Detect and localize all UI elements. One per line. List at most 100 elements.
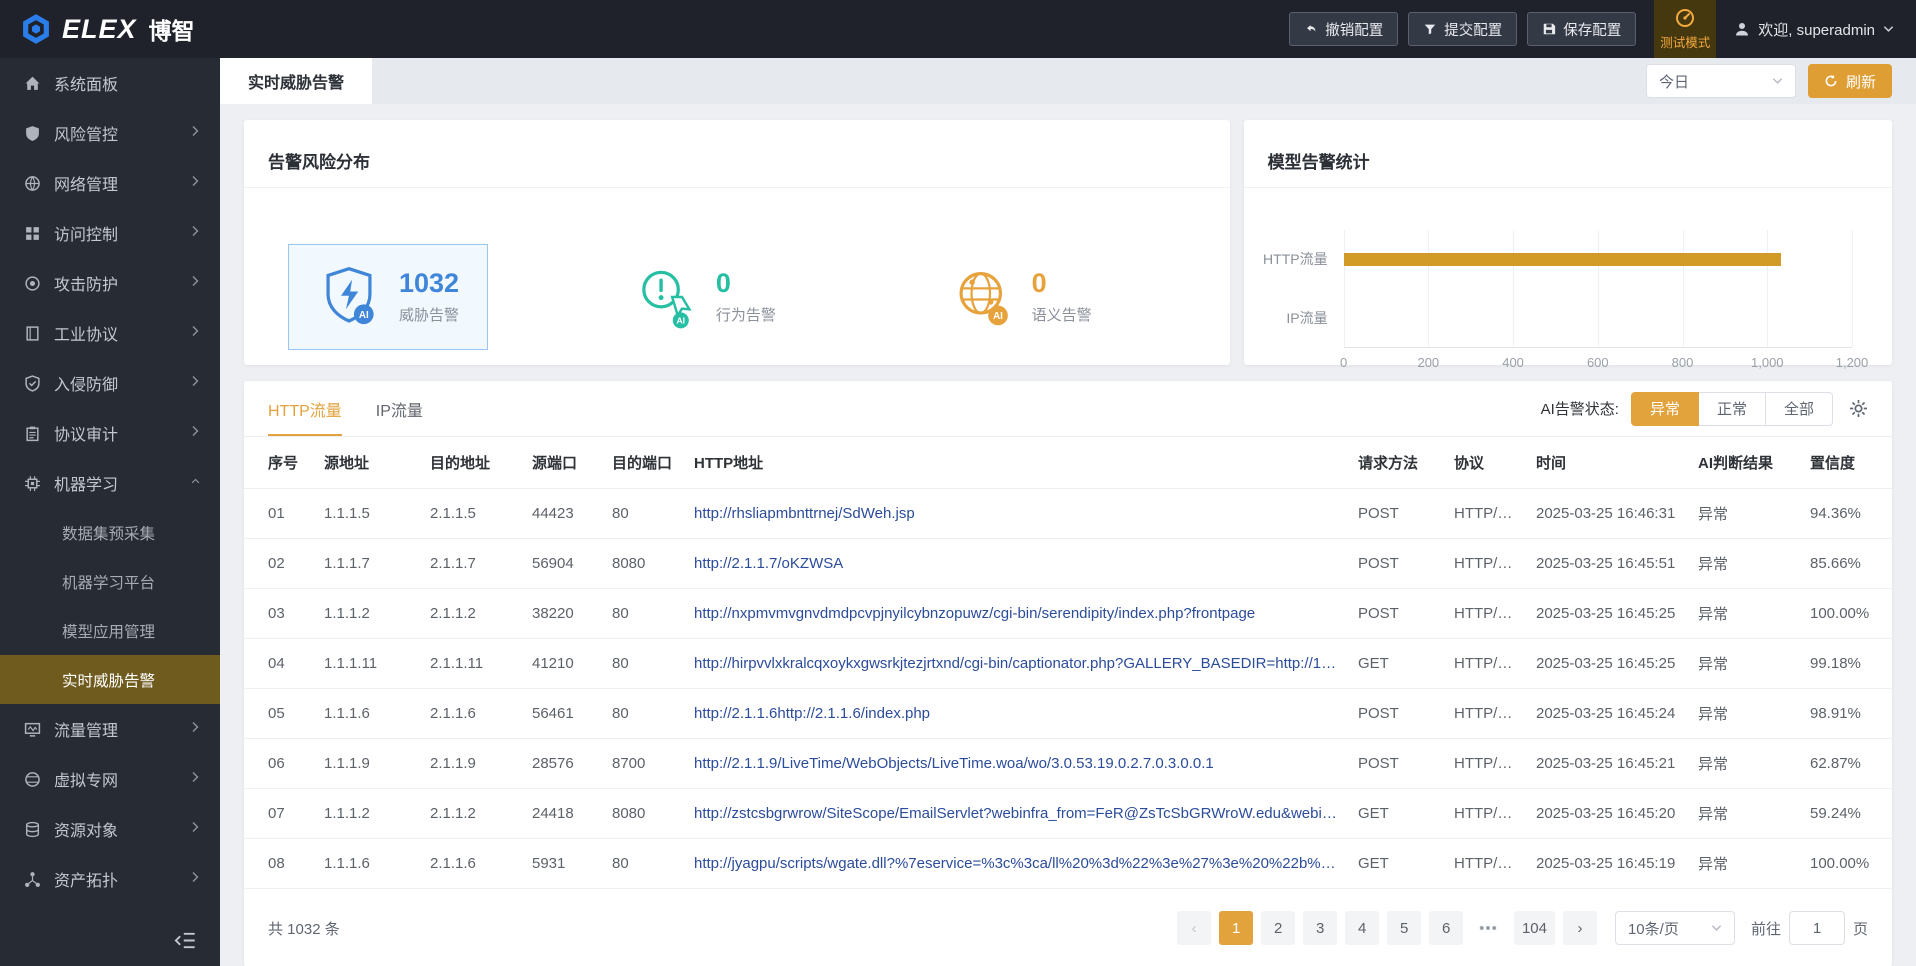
summary-cards-row: 告警风险分布 AI 1032 威胁告警 AI 0 行为告警 AI 0 语义告警 模型告警统计 0… [244,120,1892,370]
chart-tick-label: 1,200 [1835,355,1869,371]
refresh-button[interactable]: 刷新 [1807,64,1892,98]
logo-brand-text: ELEX [62,13,137,44]
chevron-right-icon [191,274,200,292]
cell-protocol: HTTP/1.1 [1444,738,1526,789]
cell-confidence: 99.18% [1800,638,1892,689]
chevron-right-icon [191,374,200,392]
audit-icon [24,425,41,442]
stat-semantic-alerts[interactable]: AI 0 语义告警 [922,245,1120,349]
sidebar-item-label: 访问控制 [54,227,119,244]
page-button-104[interactable]: 104 [1513,911,1555,945]
collapse-sidebar-button[interactable] [174,932,196,954]
date-range-select[interactable]: 今日 [1645,64,1796,98]
filter-abnormal[interactable]: 异常 [1630,391,1699,426]
sidebar-item-risk[interactable]: 风险管控 [0,108,220,158]
next-page-button[interactable]: › [1562,911,1597,945]
cell-confidence: 98.91% [1800,688,1892,739]
goto-label: 前往 [1750,920,1781,938]
undo-config-button[interactable]: 撤销配置 [1289,12,1399,46]
cell-dport: 80 [602,838,684,889]
cell-result: 异常 [1688,738,1800,789]
cell-method: GET [1348,638,1444,689]
config-button-label: 提交配置 [1444,22,1503,39]
chart-tick-label: 600 [1586,355,1609,371]
cell-url[interactable]: http://jyagpu/scripts/wgate.dll?%7eservi… [684,838,1348,889]
column-header: 请求方法 [1348,437,1444,489]
stat-threat-alerts[interactable]: AI 1032 威胁告警 [288,244,489,351]
sidebar-item-resource[interactable]: 资源对象 [0,804,220,854]
cell-sport: 41210 [522,638,602,689]
sidebar-subitem[interactable]: 机器学习平台 [0,557,220,606]
sidebar-item-vpn[interactable]: 虚拟专网 [0,754,220,804]
cell-dst: 2.1.1.6 [420,688,522,739]
page-button-1[interactable]: 1 [1219,911,1254,945]
cell-url[interactable]: http://nxpmvmvgnvdmdpcvpjnyilcybnzopuwz/… [684,588,1348,639]
cell-url[interactable]: http://hirpvvlxkralcqxoykxgwsrkjtezjrtxn… [684,638,1348,689]
page-tab-realtime-threat-alerts[interactable]: 实时威胁告警 [220,58,373,104]
page-button-2[interactable]: 2 [1261,911,1296,945]
stat-label: 威胁告警 [399,307,460,325]
sidebar-item-topology[interactable]: 资产拓扑 [0,854,220,904]
risk-distribution-card: 告警风险分布 AI 1032 威胁告警 AI 0 行为告警 AI 0 语义告警 [244,120,1230,365]
filter-normal[interactable]: 正常 [1697,391,1766,426]
table-settings-gear-icon[interactable] [1849,399,1868,418]
chevron-right-icon [191,820,200,838]
page-button-6[interactable]: 6 [1429,911,1464,945]
cell-protocol: HTTP/1.1 [1444,688,1526,739]
page-size-select[interactable]: 10条/页 [1614,911,1735,945]
sidebar-item-attack[interactable]: 攻击防护 [0,258,220,308]
sidebar-item-ml[interactable]: 机器学习 [0,458,220,508]
cell-result: 异常 [1688,538,1800,589]
cell-sport: 5931 [522,838,602,889]
cell-url[interactable]: http://2.1.1.9/LiveTime/WebObjects/LiveT… [684,738,1348,789]
test-mode-indicator[interactable]: 测试模式 [1654,0,1717,58]
prev-page-button[interactable]: ‹ [1177,911,1212,945]
attack-icon [24,275,41,292]
table-row: 07 1.1.1.2 2.1.1.2 24418 8080 http://zstcsbgr… [244,788,1892,839]
sidebar-item-intrusion[interactable]: 入侵防御 [0,358,220,408]
sidebar: 系统面板 风险管控 网络管理访问控制攻击防护 工业协议 入侵防御 协议审计 机器学习 数据集预… [0,58,220,966]
cell-url[interactable]: http://rhsliapmbnttrnej/SdWeh.jsp [684,488,1348,539]
submit-config-button[interactable]: 提交配置 [1408,12,1518,46]
stat-label: 语义告警 [1031,307,1092,325]
sidebar-item-industrial[interactable]: 工业协议 [0,308,220,358]
chevron-right-icon [191,224,200,242]
sidebar-item-audit[interactable]: 协议审计 [0,408,220,458]
sidebar-subitem[interactable]: 实时威胁告警 [0,655,220,704]
cell-url[interactable]: http://2.1.1.6http://2.1.1.6/index.php [684,688,1348,739]
cell-no: 04 [244,638,314,689]
filter-all[interactable]: 全部 [1764,391,1833,426]
column-header: 目的地址 [420,437,522,489]
cell-confidence: 100.00% [1800,588,1892,639]
stat-behavior-alerts[interactable]: AI 0 行为告警 [606,245,804,349]
sidebar-item-dashboard[interactable]: 系统面板 [0,58,220,108]
risk-card-title: 告警风险分布 [244,134,1230,189]
topology-icon [24,871,41,888]
cell-url[interactable]: http://2.1.1.7/oKZWSA [684,538,1348,589]
cell-result: 异常 [1688,588,1800,639]
tab-ip-traffic[interactable]: IP流量 [376,381,423,436]
table-row: 03 1.1.1.2 2.1.1.2 38220 80 http://nxpmvmvgnv… [244,588,1892,639]
sidebar-item-label: 资产拓扑 [54,873,119,890]
sidebar-item-network[interactable]: 网络管理 [0,158,220,208]
page-button-4[interactable]: 4 [1345,911,1380,945]
user-menu[interactable]: 欢迎, superadmin [1716,19,1916,40]
page-button-5[interactable]: 5 [1387,911,1422,945]
vpn-icon [24,771,41,788]
tab-http-traffic[interactable]: HTTP流量 [268,381,342,436]
stat-semantic-icon: AI [950,265,1014,329]
cell-url[interactable]: http://zstcsbgrwrow/SiteScope/EmailServl… [684,788,1348,839]
sidebar-subitem[interactable]: 模型应用管理 [0,606,220,655]
total-count: 共 1032 条 [268,920,340,938]
chart-gridline [1852,230,1853,348]
page-button-3[interactable]: 3 [1303,911,1338,945]
sidebar-subitem[interactable]: 数据集预采集 [0,508,220,557]
cell-result: 异常 [1688,638,1800,689]
sidebar-item-traffic[interactable]: 流量管理 [0,704,220,754]
chart-tick-label: 800 [1671,355,1694,371]
save-config-button[interactable]: 保存配置 [1527,12,1637,46]
alerts-table-card: HTTP流量 IP流量 AI告警状态: 异常 正常 全部 序号 源地址 目的地址 源端口 目的… [244,381,1892,966]
stat-behavior-icon: AI [634,265,698,329]
goto-page-input[interactable] [1788,911,1845,945]
sidebar-item-access[interactable]: 访问控制 [0,208,220,258]
